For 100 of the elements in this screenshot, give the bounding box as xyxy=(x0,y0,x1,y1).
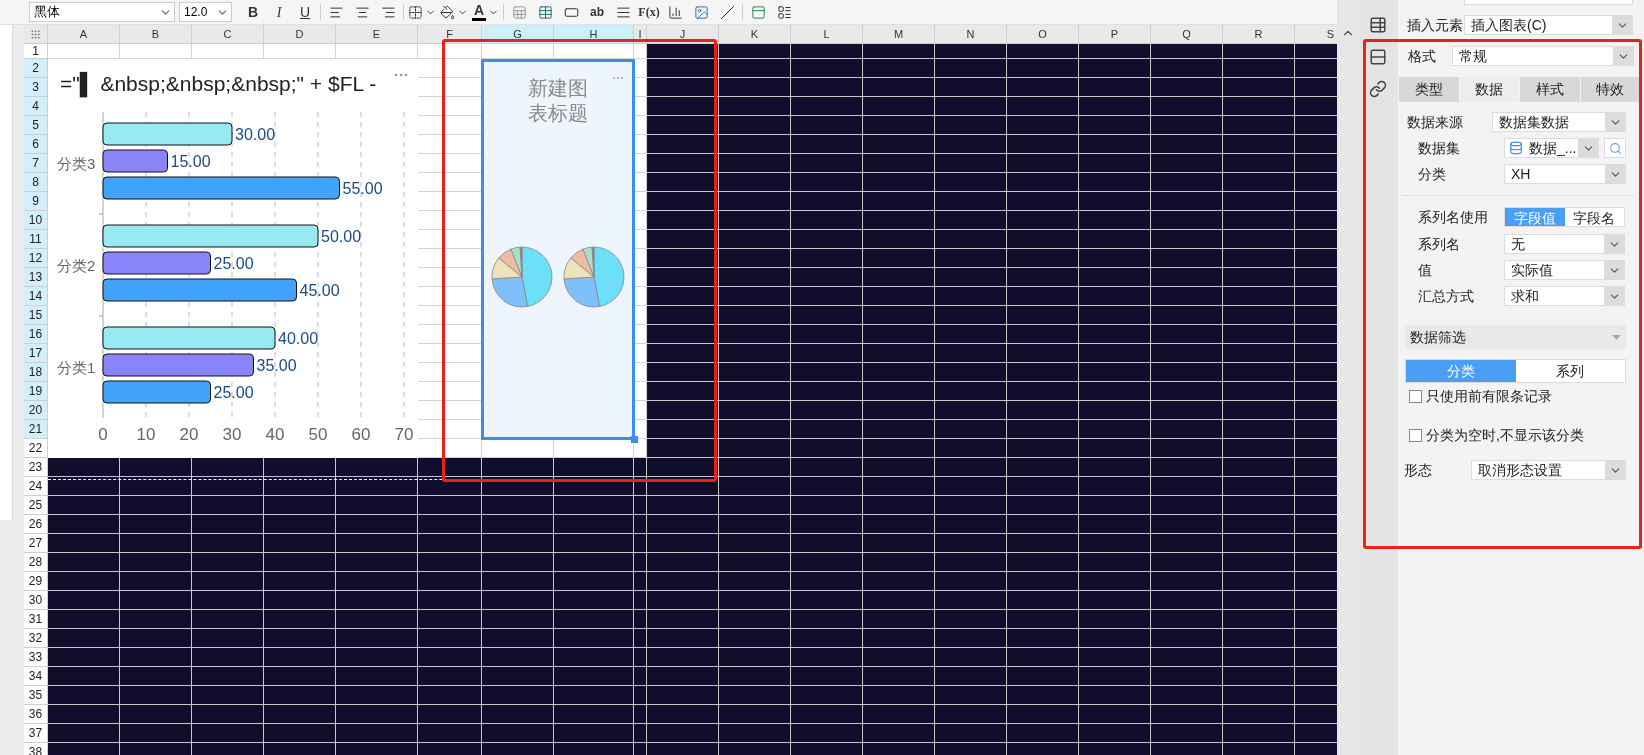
column-header[interactable]: A xyxy=(48,25,120,44)
row-header[interactable]: 21 xyxy=(24,420,48,439)
row-header[interactable]: 23 xyxy=(24,458,48,477)
row-header[interactable]: 2 xyxy=(24,59,48,78)
dropdown[interactable]: 取消形态设置 xyxy=(1471,460,1626,480)
select-all-corner[interactable] xyxy=(24,25,48,44)
data-label: 50.00 xyxy=(321,228,362,245)
dropdown[interactable]: 数据集数据 xyxy=(1492,112,1626,132)
category-label: 分类3 xyxy=(57,155,96,172)
dropdown[interactable]: 无 xyxy=(1504,234,1625,254)
tab[interactable]: 特效 xyxy=(1580,77,1640,102)
row-header[interactable]: 35 xyxy=(24,686,48,705)
field-label: 系列名 xyxy=(1417,234,1461,254)
grip-icon xyxy=(30,28,41,40)
row-header[interactable]: 26 xyxy=(24,515,48,534)
row-header[interactable]: 14 xyxy=(24,287,48,306)
row-header[interactable]: 25 xyxy=(24,496,48,515)
resize-handle[interactable] xyxy=(631,436,638,443)
axis-tick-label: 0 xyxy=(98,425,108,444)
link-icon[interactable] xyxy=(1369,80,1387,98)
column-header[interactable]: M xyxy=(863,25,935,44)
column-header[interactable]: C xyxy=(192,25,264,44)
row-header[interactable]: 1 xyxy=(24,44,48,59)
category-label: 分类2 xyxy=(57,257,96,274)
tab[interactable]: 类型 xyxy=(1399,77,1459,102)
row-header[interactable]: 30 xyxy=(24,591,48,610)
row-header[interactable]: 15 xyxy=(24,306,48,325)
row-header[interactable]: 36 xyxy=(24,705,48,724)
column-header[interactable]: Q xyxy=(1151,25,1223,44)
dropdown[interactable]: 数据_... xyxy=(1504,138,1599,158)
row-header[interactable]: 11 xyxy=(24,230,48,249)
font-size-select[interactable]: 12.0 xyxy=(179,2,232,22)
bold-button[interactable]: B xyxy=(242,1,264,23)
row-header[interactable]: 33 xyxy=(24,648,48,667)
column-header[interactable]: D xyxy=(264,25,336,44)
data-label: 55.00 xyxy=(342,180,383,197)
axis-tick-label: 50 xyxy=(308,425,328,444)
axis-tick-label: 70 xyxy=(394,425,414,444)
row-header[interactable]: 3 xyxy=(24,78,48,97)
tab[interactable]: 数据 xyxy=(1459,77,1519,102)
data-label: 25.00 xyxy=(213,255,254,272)
row-header[interactable]: 8 xyxy=(24,173,48,192)
axis-tick-label: 60 xyxy=(351,425,371,444)
row-header[interactable]: 19 xyxy=(24,382,48,401)
row-header[interactable]: 20 xyxy=(24,401,48,420)
column-header[interactable]: K xyxy=(719,25,791,44)
more-icon xyxy=(612,76,624,80)
dropdown[interactable]: 求和 xyxy=(1504,286,1625,306)
data-label: 15.00 xyxy=(170,153,211,170)
tab[interactable]: 样式 xyxy=(1520,77,1580,102)
row-header[interactable]: 16 xyxy=(24,325,48,344)
underline-button[interactable]: U xyxy=(294,1,316,23)
row-header[interactable]: 10 xyxy=(24,211,48,230)
row-header[interactable]: 17 xyxy=(24,344,48,363)
section-header[interactable]: 数据筛选 xyxy=(1405,325,1626,349)
input-field[interactable] xyxy=(1464,0,1633,5)
row-header[interactable]: 18 xyxy=(24,363,48,382)
font-select[interactable]: 黑体 xyxy=(29,2,175,22)
row-header[interactable]: 5 xyxy=(24,116,48,135)
row-header[interactable]: 34 xyxy=(24,667,48,686)
dropdown[interactable]: 实际值 xyxy=(1504,260,1625,280)
row-header[interactable]: 28 xyxy=(24,553,48,572)
row-header[interactable]: 4 xyxy=(24,97,48,116)
data-label: 25.00 xyxy=(213,384,254,401)
dropdown[interactable]: 常规 xyxy=(1452,46,1634,66)
checkbox[interactable] xyxy=(1409,429,1422,442)
axis-tick-label: 20 xyxy=(179,425,199,444)
row-header[interactable]: 32 xyxy=(24,629,48,648)
insert-text-button[interactable]: ab xyxy=(586,1,608,23)
italic-button[interactable]: I xyxy=(268,1,290,23)
table-info-icon[interactable] xyxy=(1369,16,1387,34)
data-label: 30.00 xyxy=(235,126,276,143)
column-header[interactable]: L xyxy=(791,25,863,44)
column-header[interactable]: R xyxy=(1223,25,1295,44)
column-header[interactable]: E xyxy=(336,25,418,44)
row-header[interactable]: 6 xyxy=(24,135,48,154)
database-icon xyxy=(1509,141,1523,155)
row-header[interactable]: 12 xyxy=(24,249,48,268)
row-header[interactable]: 27 xyxy=(24,534,48,553)
form-icon[interactable] xyxy=(1369,48,1387,66)
row-header[interactable]: 24 xyxy=(24,477,48,496)
checkbox[interactable] xyxy=(1409,390,1422,403)
row-header[interactable]: 9 xyxy=(24,192,48,211)
dropdown[interactable]: 插入图表(C) xyxy=(1464,15,1633,35)
row-header[interactable]: 31 xyxy=(24,610,48,629)
column-header[interactable]: O xyxy=(1007,25,1079,44)
column-header[interactable]: N xyxy=(935,25,1007,44)
column-header[interactable]: P xyxy=(1079,25,1151,44)
row-header[interactable]: 7 xyxy=(24,154,48,173)
column-header[interactable]: B xyxy=(120,25,192,44)
row-header[interactable]: 29 xyxy=(24,572,48,591)
column-header[interactable]: S xyxy=(1295,25,1337,44)
row-header[interactable]: 37 xyxy=(24,724,48,743)
align-right-icon xyxy=(380,4,396,20)
dropdown[interactable]: XH xyxy=(1504,164,1626,184)
row-header[interactable]: 22 xyxy=(24,439,48,458)
formula-button[interactable]: F(x) xyxy=(638,1,660,23)
section-title: 数据筛选 xyxy=(1410,327,1466,347)
font-color-button[interactable]: A xyxy=(472,1,499,23)
row-header[interactable]: 13 xyxy=(24,268,48,287)
